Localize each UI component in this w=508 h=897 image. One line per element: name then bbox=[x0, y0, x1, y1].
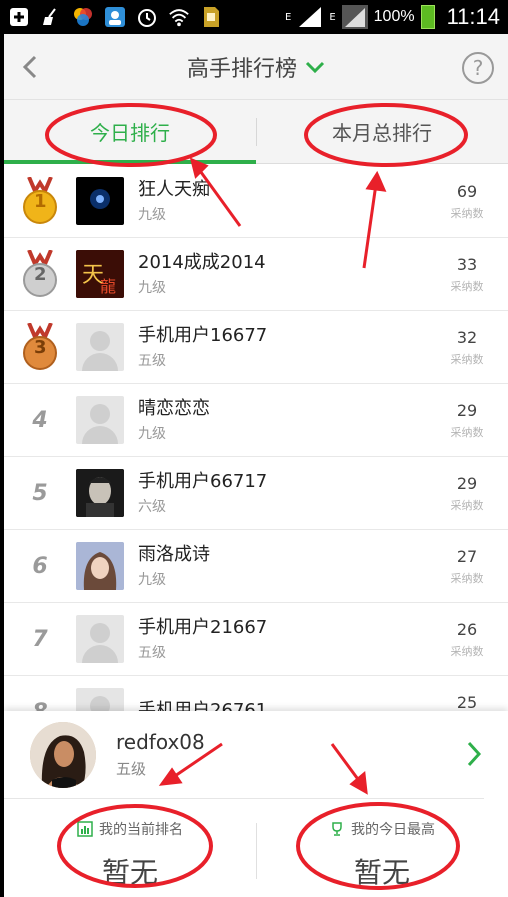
network-type-e-2: E bbox=[329, 11, 336, 23]
rank-number: 5 bbox=[32, 480, 48, 506]
my-today-best: 我的今日最高 暂无 bbox=[256, 799, 508, 897]
rank-number: 3 bbox=[34, 337, 47, 358]
avatar[interactable] bbox=[76, 323, 124, 371]
user-name: 手机用户16677 bbox=[138, 325, 268, 346]
user-level: 九级 bbox=[138, 280, 166, 296]
user-name: 2014成成2014 bbox=[138, 252, 266, 273]
svg-text:龍: 龍 bbox=[100, 277, 116, 296]
my-profile-row[interactable]: redfox08 五级 bbox=[4, 711, 484, 799]
question-mark-icon: ? bbox=[472, 56, 484, 80]
my-username: redfox08 bbox=[116, 730, 205, 754]
my-current-rank: 我的当前排名 暂无 bbox=[4, 799, 256, 897]
today-best-value: 暂无 bbox=[353, 856, 410, 889]
user-level: 五级 bbox=[138, 645, 166, 661]
user-level: 六级 bbox=[138, 499, 166, 515]
ranking-list[interactable]: 1 狂人天痴 九级 69 采纳数 2 天 龍 2014成成2014 九级 33 … bbox=[4, 165, 508, 749]
app-circles-icon bbox=[72, 6, 94, 28]
wifi-icon bbox=[168, 6, 190, 28]
back-arrow-icon bbox=[22, 55, 37, 79]
tab-today[interactable]: 今日排行 bbox=[4, 100, 256, 164]
table-row[interactable]: 4 晴恋恋恋 九级 29 采纳数 bbox=[4, 384, 508, 457]
adopt-count: 33 bbox=[456, 254, 478, 274]
sd-card-icon bbox=[200, 6, 222, 28]
rank-number: 4 bbox=[32, 407, 48, 433]
table-row[interactable]: 6 雨洛成诗 九级 27 采纳数 bbox=[4, 530, 508, 603]
clock: 11:14 bbox=[446, 4, 500, 29]
table-row[interactable]: 1 狂人天痴 九级 69 采纳数 bbox=[4, 165, 508, 238]
my-avatar[interactable] bbox=[30, 721, 96, 788]
adopt-count: 29 bbox=[456, 473, 478, 493]
chevron-right-icon bbox=[467, 741, 482, 767]
battery-percent: 100% bbox=[373, 8, 415, 25]
table-row[interactable]: 3 手机用户16677 五级 32 采纳数 bbox=[4, 311, 508, 384]
adopt-count-label: 采纳数 bbox=[450, 206, 484, 220]
user-level: 九级 bbox=[138, 207, 166, 223]
avatar[interactable] bbox=[76, 542, 124, 590]
rank-number: 1 bbox=[34, 191, 47, 212]
page-title-dropdown[interactable]: 高手排行榜 bbox=[187, 51, 325, 83]
adopt-count-label: 采纳数 bbox=[450, 279, 484, 293]
network-type-e: E bbox=[285, 11, 292, 23]
battery-icon bbox=[420, 5, 435, 29]
adopt-count-label: 采纳数 bbox=[450, 425, 484, 439]
adopt-count: 26 bbox=[456, 619, 478, 639]
user-name: 雨洛成诗 bbox=[138, 544, 210, 565]
my-ranking-panel: redfox08 五级 我的当前排名 暂无 我的今日最高 暂无 bbox=[4, 711, 508, 897]
user-name: 晴恋恋恋 bbox=[138, 398, 210, 419]
adopt-count-label: 采纳数 bbox=[450, 498, 484, 512]
rank-number: 7 bbox=[32, 626, 48, 652]
contacts-app-icon bbox=[104, 6, 126, 28]
add-notification-icon bbox=[8, 6, 30, 28]
table-row[interactable]: 5 手机用户66717 六级 29 采纳数 bbox=[4, 457, 508, 530]
status-bar: E E 100% 11:14 bbox=[0, 0, 508, 34]
chevron-down-icon bbox=[305, 61, 325, 73]
avatar[interactable] bbox=[76, 396, 124, 444]
alarm-icon bbox=[136, 6, 158, 28]
user-level: 九级 bbox=[138, 426, 166, 442]
adopt-count: 69 bbox=[456, 181, 478, 201]
current-rank-value: 暂无 bbox=[101, 856, 158, 889]
avatar[interactable]: 天龍 bbox=[76, 250, 124, 298]
avatar[interactable] bbox=[76, 615, 124, 663]
back-button[interactable] bbox=[16, 52, 46, 82]
trophy-icon bbox=[332, 822, 342, 836]
app-screen: 高手排行榜 ? 今日排行 本月总排行 1 狂人天痴 九级 69 采纳数 2 天 … bbox=[4, 34, 508, 897]
avatar[interactable] bbox=[76, 469, 124, 517]
rank-number: 6 bbox=[32, 553, 48, 579]
table-row[interactable]: 2 天龍 2014成成2014 九级 33 采纳数 bbox=[4, 238, 508, 311]
my-stats: 我的当前排名 暂无 我的今日最高 暂无 bbox=[4, 799, 508, 897]
rank-number: 2 bbox=[34, 264, 47, 285]
header-bar: 高手排行榜 ? bbox=[4, 34, 508, 100]
avatar[interactable] bbox=[76, 177, 124, 225]
adopt-count-label: 采纳数 bbox=[450, 571, 484, 585]
user-level: 五级 bbox=[138, 353, 166, 369]
broom-icon bbox=[40, 6, 62, 28]
adopt-count-label: 采纳数 bbox=[450, 644, 484, 658]
tab-month[interactable]: 本月总排行 bbox=[256, 100, 508, 163]
stat-divider bbox=[256, 823, 257, 879]
adopt-count: 32 bbox=[456, 327, 478, 347]
adopt-count: 25 bbox=[456, 692, 478, 712]
page-title: 高手排行榜 bbox=[186, 56, 297, 82]
bar-chart-icon bbox=[77, 821, 93, 837]
user-name: 手机用户21667 bbox=[138, 617, 268, 638]
adopt-count-label: 采纳数 bbox=[450, 352, 484, 366]
help-button[interactable]: ? bbox=[462, 52, 494, 84]
adopt-count: 27 bbox=[456, 546, 478, 566]
user-level: 九级 bbox=[138, 572, 166, 588]
ranking-tabs: 今日排行 本月总排行 bbox=[4, 100, 508, 164]
my-level: 五级 bbox=[116, 760, 147, 778]
user-name: 手机用户66717 bbox=[138, 471, 268, 492]
table-row[interactable]: 7 手机用户21667 五级 26 采纳数 bbox=[4, 603, 508, 676]
adopt-count: 29 bbox=[456, 400, 478, 420]
signal-icon bbox=[299, 7, 322, 27]
user-name: 狂人天痴 bbox=[138, 179, 210, 200]
tab-divider bbox=[256, 118, 257, 146]
today-best-label: 我的今日最高 bbox=[351, 822, 435, 838]
current-rank-label: 我的当前排名 bbox=[99, 822, 183, 838]
signal-icon-2 bbox=[341, 5, 368, 29]
